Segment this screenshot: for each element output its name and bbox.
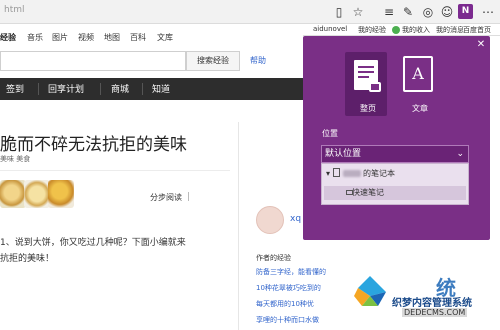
hub-icon[interactable]: ≡	[381, 4, 397, 20]
nav-item-map[interactable]: 地图	[104, 32, 120, 43]
section-label: 快速笔记	[352, 188, 384, 197]
watermark: 统 织梦内容管理系统 DEDECMS.COM	[350, 272, 500, 330]
onenote-icon[interactable]: N	[458, 4, 473, 19]
user-bar: aidunovel 我的经验 我的收入 我的消息 百度首页	[303, 24, 500, 36]
favorite-star-icon[interactable]: ☆	[350, 4, 366, 20]
author-avatar[interactable]	[256, 206, 284, 234]
nav-item-jingyan[interactable]: 经验	[0, 32, 16, 43]
reading-view-icon[interactable]: ▯	[331, 4, 347, 20]
address-bar-text[interactable]: html	[4, 5, 25, 15]
full-page-mode-label: 整页	[360, 104, 376, 113]
article-tags: 美味 美食	[0, 154, 30, 164]
notebook-item[interactable]: ▾ 的笔记本	[326, 168, 395, 179]
nav-share-plan[interactable]: 回享计划	[48, 82, 84, 95]
location-select[interactable]: 默认位置 ⌄	[321, 145, 469, 163]
section-item[interactable]: 快速笔记	[324, 186, 466, 200]
close-icon[interactable]: ✕	[476, 40, 486, 50]
notebook-label: 的笔记本	[363, 169, 396, 178]
nav-divider	[38, 83, 39, 95]
link-my-experience[interactable]: 我的经验	[358, 25, 386, 35]
category-nav: 签到 回享计划 商城 知道	[0, 78, 320, 100]
site-nav: 经验 音乐 图片 视频 地图 百科 文库	[0, 32, 320, 48]
author-experience-link[interactable]: 防备三字经，能看懂的	[256, 267, 326, 277]
link-baidu-home[interactable]: 百度首页	[463, 25, 491, 35]
nav-checkin[interactable]: 签到	[6, 82, 24, 95]
username[interactable]: aidunovel	[313, 25, 347, 33]
nav-divider	[100, 83, 101, 95]
author-experience-heading: 作者的经验	[256, 254, 291, 262]
nav-item-wenku[interactable]: 文库	[157, 32, 173, 43]
author-name[interactable]: xq	[290, 214, 301, 224]
author-experience-link[interactable]: 享哩的十种而口水做	[256, 315, 319, 325]
search-button[interactable]: 搜索经验	[186, 51, 240, 71]
divider	[0, 170, 230, 171]
browser-toolbar: html ▯ ☆ ≡ ✎ ◎ ☺ N ⋯	[0, 0, 500, 24]
article-title: 脆而不碎无法抗拒的美味	[0, 135, 187, 155]
thumbnail-strip	[0, 180, 100, 210]
intro-text: 说到大饼，你又吃过几种呢？下面小编就来	[14, 238, 186, 248]
camera-icon	[369, 82, 381, 92]
article-intro: 1、说到大饼，你又吃过几种呢？下面小编就来 抗拒的美味！	[0, 235, 200, 267]
collapse-icon: ▾	[326, 169, 331, 178]
share-icon[interactable]: ◎	[420, 4, 436, 20]
notebook-icon	[333, 168, 341, 177]
watermark-title: 织梦内容管理系统	[392, 298, 472, 309]
nav-mall[interactable]: 商城	[111, 82, 129, 95]
search-input[interactable]	[0, 51, 186, 71]
nav-divider	[142, 83, 143, 95]
thumbnail-image[interactable]	[48, 180, 74, 208]
location-label: 位置	[322, 129, 338, 138]
article-icon[interactable]: A	[403, 56, 433, 92]
thumbnail-image[interactable]	[0, 180, 26, 208]
nav-item-baike[interactable]: 百科	[130, 32, 146, 43]
income-icon	[392, 26, 400, 34]
intro-line: 1、说到大饼，你又吃过几种呢？下面小编就来	[0, 235, 200, 251]
link-my-messages[interactable]: 我的消息	[436, 25, 464, 35]
thumbnail-image[interactable]	[24, 180, 50, 208]
location-value: 默认位置	[325, 149, 362, 159]
author-experience-link[interactable]: 10种花翠被巧吃到的	[256, 283, 321, 293]
author-experience-link[interactable]: 每天都用的10种优	[256, 299, 314, 309]
section-icon	[346, 190, 353, 195]
article-mode-label[interactable]: 文章	[412, 103, 428, 114]
web-note-icon[interactable]: ✎	[400, 4, 416, 20]
step-reading-label: 分步阅读	[150, 193, 182, 202]
redacted-name	[343, 170, 362, 177]
divider	[188, 192, 189, 201]
watermark-url: DEDECMS.COM	[402, 308, 468, 317]
nav-item-video[interactable]: 视频	[78, 32, 94, 43]
intro-line: 抗拒的美味！	[0, 254, 55, 264]
nav-zhidao[interactable]: 知道	[152, 82, 170, 95]
step-reading[interactable]: 分步阅读	[150, 192, 189, 203]
nav-item-images[interactable]: 图片	[52, 32, 68, 43]
tag-text[interactable]: 美味 美食	[0, 155, 30, 163]
profile-icon[interactable]: ☺	[439, 4, 455, 20]
help-link[interactable]: 帮助	[250, 55, 266, 66]
link-my-income[interactable]: 我的收入	[402, 25, 430, 35]
nav-item-music[interactable]: 音乐	[27, 32, 43, 43]
watermark-logo	[354, 276, 386, 306]
location-dropdown: ▾ 的笔记本 快速笔记	[321, 163, 469, 205]
intro-prefix: 1、	[0, 238, 15, 248]
column-divider	[238, 122, 239, 330]
chevron-down-icon: ⌄	[456, 149, 464, 159]
more-icon[interactable]: ⋯	[480, 4, 496, 20]
